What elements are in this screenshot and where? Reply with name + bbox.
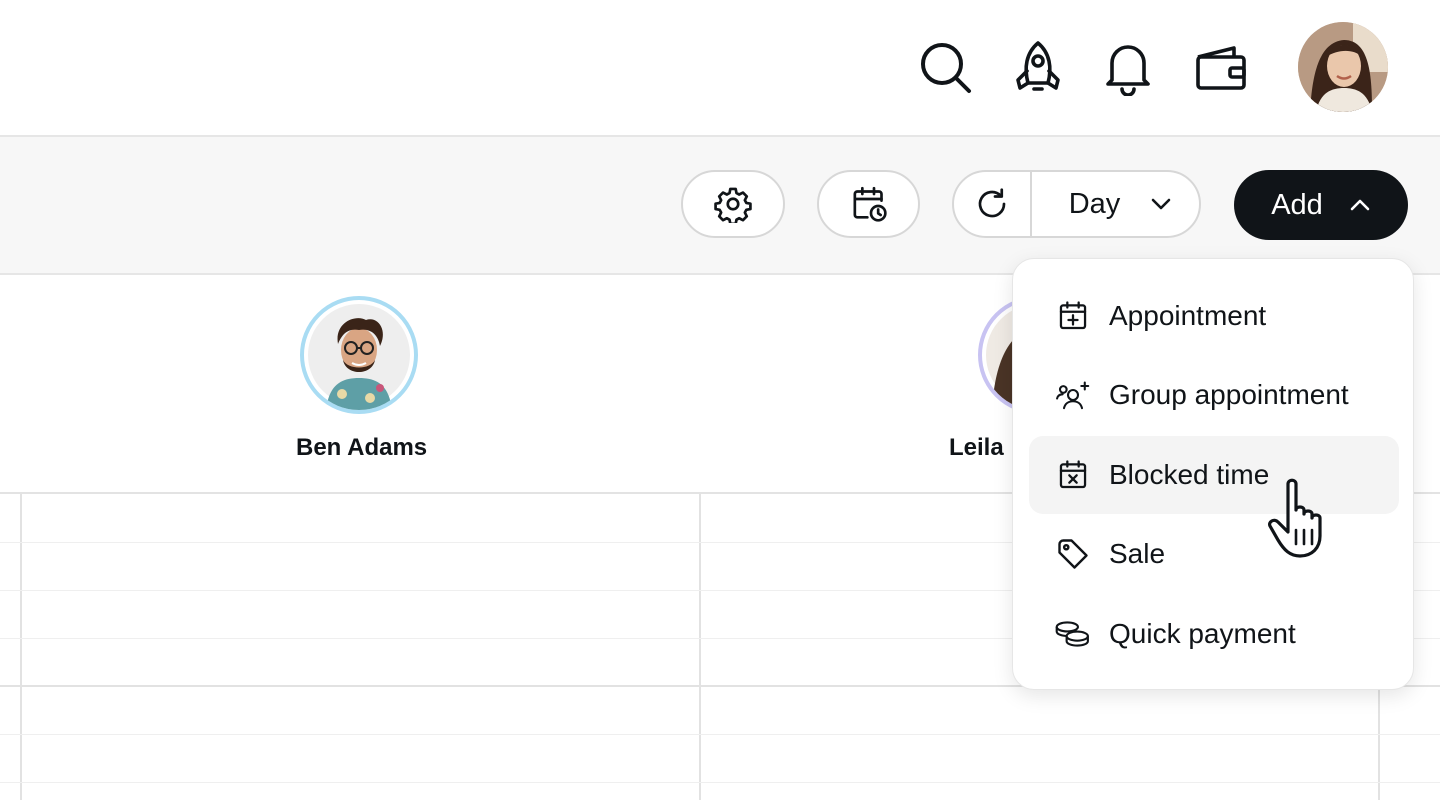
view-label: Day bbox=[1068, 187, 1121, 220]
settings-button[interactable] bbox=[681, 170, 785, 238]
add-button[interactable]: Add bbox=[1234, 170, 1408, 240]
add-label: Add bbox=[1271, 188, 1323, 221]
slot-line bbox=[0, 734, 1440, 735]
menu-item-group-appointment[interactable]: Group appointment bbox=[1029, 356, 1399, 434]
calendar-clock-icon bbox=[849, 184, 889, 224]
hand-cursor-icon bbox=[1266, 476, 1346, 562]
tag-icon bbox=[1053, 534, 1093, 574]
column-divider bbox=[699, 494, 701, 800]
bell-icon[interactable] bbox=[1100, 40, 1156, 96]
menu-item-label: Group appointment bbox=[1109, 379, 1349, 410]
top-bar bbox=[0, 0, 1440, 137]
view-dropdown[interactable]: Day bbox=[1032, 172, 1199, 236]
group-add-icon bbox=[1053, 375, 1093, 415]
calendar-plus-icon bbox=[1053, 296, 1093, 336]
menu-item-label: Quick payment bbox=[1109, 618, 1296, 649]
wallet-icon[interactable] bbox=[1193, 40, 1249, 96]
staff-name: Ben Adams bbox=[296, 434, 428, 461]
chevron-up-icon bbox=[1349, 198, 1371, 212]
calendar-x-icon bbox=[1053, 455, 1093, 495]
column-divider bbox=[20, 494, 22, 800]
user-avatar[interactable] bbox=[1298, 22, 1388, 112]
menu-item-label: Sale bbox=[1109, 538, 1166, 569]
menu-item-label: Appointment bbox=[1109, 300, 1267, 331]
staff-name: Leila bbox=[949, 434, 1004, 461]
rocket-icon[interactable] bbox=[1010, 40, 1066, 96]
menu-item-appointment[interactable]: Appointment bbox=[1029, 277, 1399, 355]
calendar-toolbar: Day Add bbox=[0, 137, 1440, 275]
refresh-button[interactable] bbox=[954, 172, 1032, 236]
refresh-icon bbox=[974, 186, 1010, 222]
menu-item-label: Blocked time bbox=[1109, 459, 1270, 490]
view-control: Day bbox=[952, 170, 1201, 238]
add-dropdown-menu: Appointment Group appointment Blocked ti… bbox=[1012, 258, 1414, 690]
gear-icon bbox=[714, 185, 752, 223]
staff-avatar-ben[interactable] bbox=[300, 296, 418, 414]
coins-icon bbox=[1053, 614, 1093, 654]
chevron-down-icon bbox=[1150, 197, 1172, 211]
schedule-button[interactable] bbox=[817, 170, 920, 238]
slot-line bbox=[0, 782, 1440, 783]
menu-item-quick-payment[interactable]: Quick payment bbox=[1029, 595, 1399, 673]
search-icon[interactable] bbox=[918, 40, 974, 96]
